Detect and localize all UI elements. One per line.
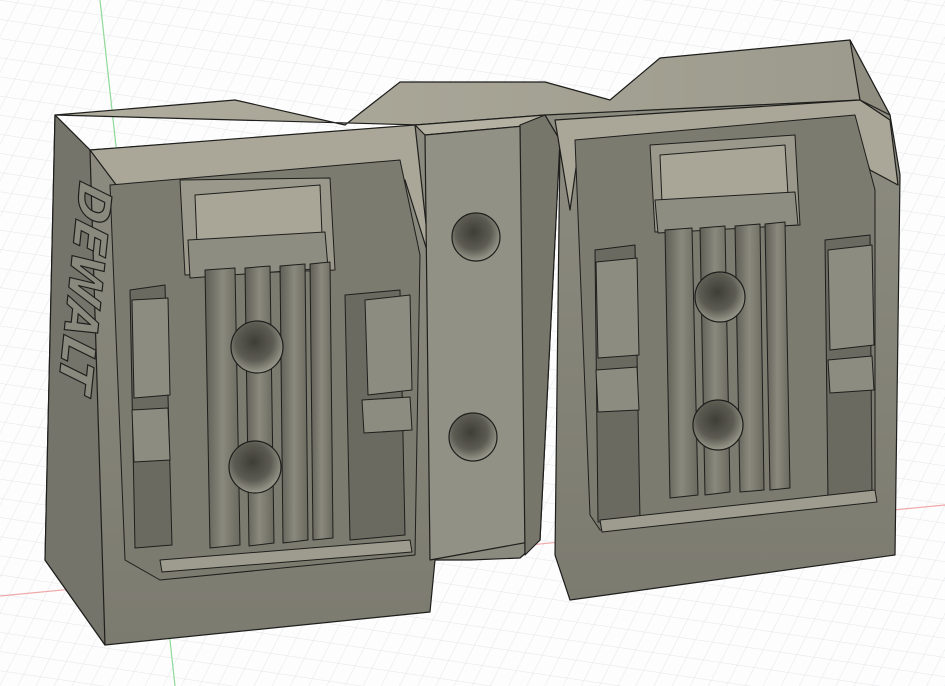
right-upper-screw-hole [694, 271, 746, 323]
center-upper-screw-hole [451, 212, 501, 262]
cad-3d-viewport[interactable]: DEWALT [0, 0, 945, 686]
right-battery-pocket[interactable] [574, 114, 878, 533]
center-lower-screw-hole [448, 412, 498, 462]
right-lower-screw-hole [692, 399, 744, 451]
left-upper-screw-hole [230, 320, 284, 374]
model-scene[interactable]: DEWALT [0, 0, 945, 686]
left-lower-screw-hole [228, 440, 282, 494]
